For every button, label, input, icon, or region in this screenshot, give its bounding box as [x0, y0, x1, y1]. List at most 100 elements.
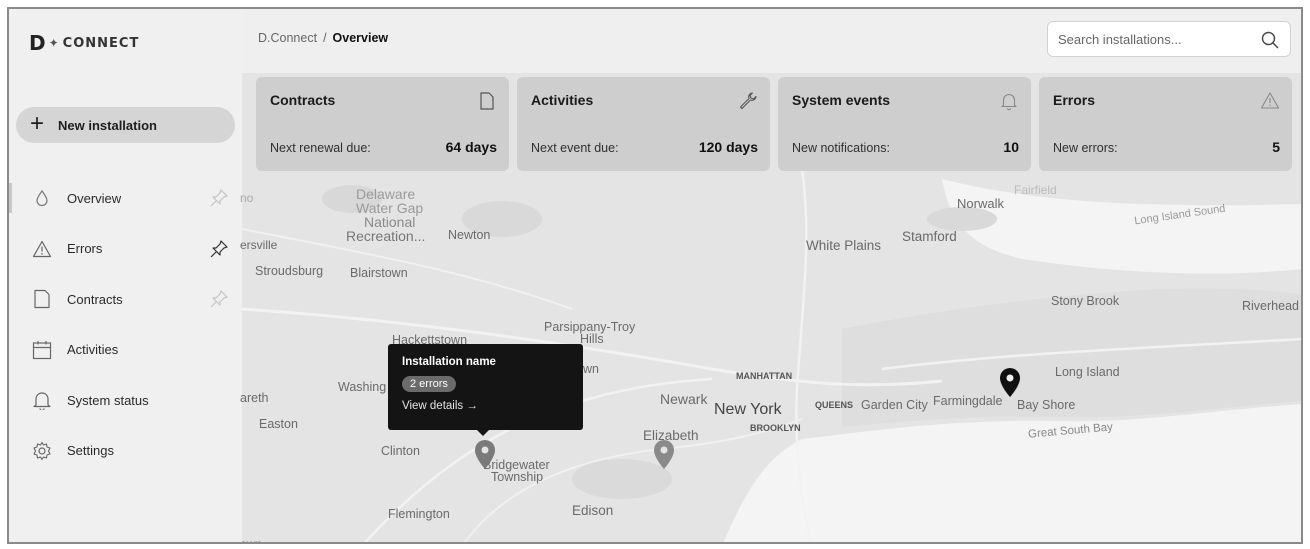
tooltip-pointer [477, 430, 489, 436]
map-label: Stamford [902, 229, 957, 244]
card-row: Next event due: 120 days [531, 139, 758, 155]
sidebar-item-contracts[interactable]: Contracts [9, 274, 242, 325]
breadcrumb-separator: / [323, 31, 327, 45]
card-row: New errors: 5 [1053, 139, 1280, 155]
sidebar-nav: Overview Errors Contracts Activities Sys… [9, 173, 242, 476]
map-label: Hills [580, 332, 604, 346]
map-marker[interactable] [998, 367, 1022, 399]
new-installation-button[interactable]: + New installation [16, 107, 235, 143]
sidebar-item-label: Contracts [67, 291, 123, 307]
logo-mark: D [29, 31, 46, 55]
map-marker[interactable] [652, 439, 676, 471]
card-system-events[interactable]: System events New notifications: 10 [778, 77, 1031, 171]
bell-icon [31, 389, 53, 411]
sidebar-item-errors[interactable]: Errors [9, 224, 242, 275]
map-label: Garden City [861, 398, 928, 412]
card-value: 64 days [445, 139, 497, 155]
sidebar-item-label: System status [67, 392, 149, 408]
card-label: Next event due: [531, 141, 619, 155]
plus-icon: + [30, 110, 45, 137]
map-label: BROOKLYN [750, 423, 801, 433]
map-label: White Plains [806, 238, 882, 253]
sidebar-item-system-status[interactable]: System status [9, 375, 242, 426]
card-row: New notifications: 10 [792, 139, 1019, 155]
map-label: areth [240, 391, 269, 405]
map-label: own [240, 537, 263, 544]
breadcrumb: D.Connect / Overview [258, 31, 388, 45]
warning-icon [1260, 92, 1280, 109]
document-icon [31, 288, 53, 310]
logo: D ✦ CONNECT [29, 31, 139, 55]
warning-icon [31, 238, 53, 260]
card-title: Errors [1053, 92, 1096, 108]
sidebar-item-label: Settings [67, 443, 114, 459]
sidebar-item-overview[interactable]: Overview [9, 173, 242, 224]
breadcrumb-root[interactable]: D.Connect [258, 31, 317, 45]
map-label: Farmingdale [933, 394, 1003, 408]
pin-icon[interactable] [208, 288, 230, 310]
card-errors[interactable]: Errors New errors: 5 [1039, 77, 1292, 171]
wrench-icon [739, 92, 757, 110]
map-label: Flemington [388, 507, 450, 521]
card-title: System events [792, 92, 891, 108]
pin-icon[interactable] [208, 238, 230, 260]
map-label: Blairstown [350, 266, 408, 280]
main-area: Delaware Water Gap National Recreation..… [240, 9, 1301, 544]
map-label: wn [583, 362, 599, 376]
card-activities[interactable]: Activities Next event due: 120 days [517, 77, 770, 171]
map-label: ersville [240, 238, 278, 252]
card-title: Contracts [270, 92, 336, 108]
new-installation-label: New installation [58, 117, 157, 133]
card-value: 10 [1003, 139, 1019, 155]
map-label: Washing [338, 380, 387, 394]
map-label: MANHATTAN [736, 371, 793, 381]
sidebar-item-label: Errors [67, 241, 103, 257]
card-label: New errors: [1053, 141, 1118, 155]
sidebar-item-label: Overview [67, 190, 122, 206]
map-label: Clinton [381, 444, 420, 458]
gear-icon [31, 440, 53, 462]
map-label: New York [714, 401, 782, 418]
map-label: Easton [259, 417, 298, 431]
map-label: Long Island [1055, 365, 1120, 379]
card-label: Next renewal due: [270, 141, 371, 155]
search-box [1047, 21, 1291, 57]
map-label: Fairfield [1014, 183, 1057, 197]
map-label: Township [491, 470, 544, 484]
summary-cards: Contracts Next renewal due: 64 days Acti… [256, 77, 1292, 171]
card-value: 120 days [698, 139, 758, 155]
bell-icon [1001, 94, 1017, 111]
map-label: Stroudsburg [255, 264, 324, 278]
card-label: New notifications: [792, 141, 890, 155]
sidebar-item-label: Activities [67, 342, 119, 358]
card-value: 5 [1272, 139, 1280, 155]
calendar-icon [31, 339, 53, 361]
pin-icon[interactable] [208, 187, 230, 209]
sidebar-item-activities[interactable]: Activities [9, 325, 242, 376]
logo-spark: ✦ [48, 36, 59, 50]
card-row: Next renewal due: 64 days [270, 139, 497, 155]
sidebar: D ✦ CONNECT + New installation Overview [9, 9, 242, 542]
drop-icon [31, 187, 53, 209]
map-marker-selected[interactable] [473, 439, 497, 471]
map-label: Bay Shore [1017, 398, 1076, 412]
map-label: Edison [572, 503, 614, 518]
sidebar-item-settings[interactable]: Settings [9, 426, 242, 477]
search-icon[interactable] [1260, 30, 1280, 50]
card-contracts[interactable]: Contracts Next renewal due: 64 days [256, 77, 509, 171]
card-title: Activities [531, 92, 594, 108]
map-label: Newark [660, 391, 708, 407]
map-label: Norwalk [957, 196, 1004, 211]
logo-wordmark: CONNECT [62, 35, 140, 51]
error-count-badge: 2 errors [402, 376, 456, 392]
map-label: Newton [448, 228, 491, 242]
search-input[interactable] [1058, 31, 1248, 47]
map-label: Recreation... [346, 228, 426, 244]
top-bar: D.Connect / Overview [242, 9, 1301, 73]
map-label: Riverhead [1242, 299, 1299, 313]
map-label: no [240, 191, 254, 205]
app-window: D ✦ CONNECT + New installation Overview [7, 7, 1303, 544]
installation-tooltip: Installation name 2 errors View details … [388, 344, 583, 436]
map-label: QUEENS [815, 400, 854, 410]
view-details-link[interactable]: View details → [402, 400, 569, 412]
